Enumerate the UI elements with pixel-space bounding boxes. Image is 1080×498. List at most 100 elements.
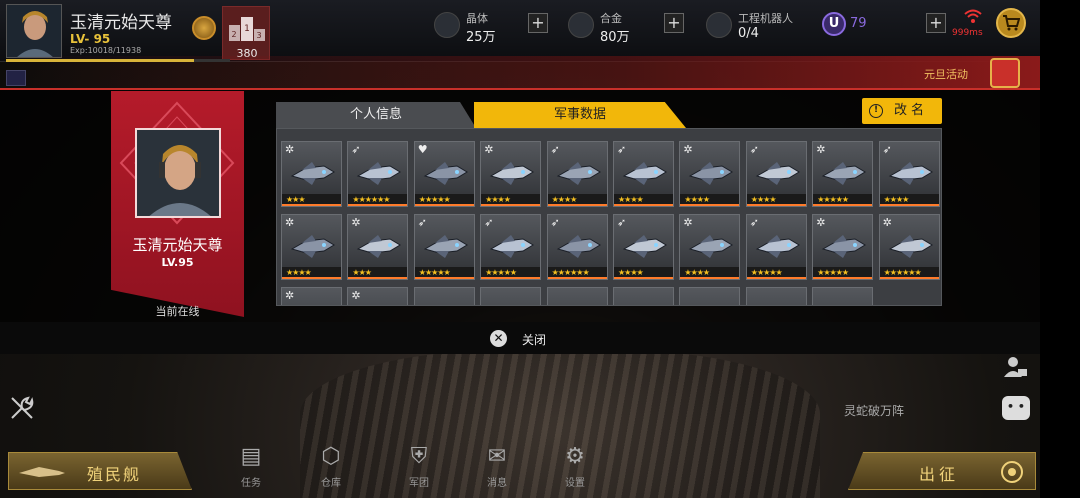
star-rating: ★★★★ <box>879 194 939 206</box>
warning-icon: ! <box>869 104 883 118</box>
rank-button[interactable]: 2 1 3 380 <box>222 6 270 60</box>
ship-card[interactable]: ✲ <box>347 287 409 305</box>
depart-button[interactable]: 出征 <box>848 452 1036 490</box>
ship-card[interactable]: ➶ ★★★★★ <box>480 214 542 280</box>
star-rating: ★★★ <box>282 194 341 206</box>
spaceship-icon <box>821 235 867 258</box>
player-avatar[interactable] <box>6 4 62 58</box>
ship-grid: ✲ ★★★ ➶ ★★★★★★ ♥ ★★★★★ ✲ ★★★★ ➶ ★★★★ ➶ ★★★★ ✲ ★★★★ ➶ ★★… <box>276 128 942 306</box>
spaceship-icon <box>821 162 867 185</box>
spaceship-icon <box>689 235 734 258</box>
gear-icon: ✲ <box>484 143 494 156</box>
ship-card[interactable]: ✲ ★★★★★★ <box>878 214 940 280</box>
spaceship-icon <box>489 162 535 185</box>
rocket-icon: ➶ <box>617 143 627 156</box>
spaceship-icon <box>888 235 933 258</box>
colony-ship-button[interactable]: 殖民舰 <box>8 452 192 490</box>
exp-progress-fill <box>6 59 195 62</box>
ship-card[interactable] <box>480 287 542 305</box>
podium-icon: 2 1 3 <box>229 17 265 41</box>
add-alloy-button[interactable]: + <box>664 13 684 33</box>
resource-label: 合金 <box>600 12 622 25</box>
user-icon[interactable] <box>1002 355 1028 381</box>
ship-card[interactable]: ✲ ★★★ <box>347 214 409 280</box>
rename-label: 改名 <box>894 103 929 118</box>
ship-card[interactable]: ➶ ★★★★★ <box>413 214 475 280</box>
ship-card[interactable]: ♥ ★★★★★ <box>413 141 475 207</box>
top-hud: 玉清元始天尊 LV- 95 Exp:10018/11938 2 1 3 380 … <box>0 0 1040 62</box>
wrench-icon[interactable] <box>8 394 36 422</box>
close-bar <box>0 322 1040 354</box>
premium-value: 79 <box>850 16 867 31</box>
ship-card[interactable]: ➶ ★★★★ <box>745 141 807 207</box>
ship-card[interactable] <box>745 287 807 305</box>
message-icon: ✉ <box>487 444 507 469</box>
star-rating: ★★★★★★ <box>348 194 408 206</box>
ship-card[interactable]: ✲ ★★★★ <box>679 141 741 207</box>
gear-icon: ✲ <box>683 216 693 229</box>
ship-card[interactable]: ✲ ★★★★ <box>679 214 741 280</box>
ship-card[interactable]: ✲ <box>281 287 342 305</box>
ship-card[interactable] <box>812 287 874 305</box>
spaceship-icon <box>290 162 335 185</box>
rocket-icon: ➶ <box>749 143 760 156</box>
ship-card[interactable]: ✲ ★★★★★ <box>812 214 874 280</box>
nav-label: 任务 <box>241 478 261 489</box>
resource-label: 工程机器人 <box>738 12 793 25</box>
ship-card[interactable]: ➶ ★★★★★★ <box>347 141 409 207</box>
ship-card[interactable]: ➶ ★★★★ <box>613 141 674 207</box>
spaceship-icon <box>622 162 667 185</box>
shop-cart-icon[interactable] <box>996 8 1026 38</box>
gear-icon: ✲ <box>882 216 892 229</box>
rename-button[interactable]: ! 改名 <box>862 98 942 124</box>
spaceship-icon <box>556 235 601 258</box>
svg-text:2: 2 <box>231 30 236 39</box>
spaceship-icon <box>423 235 468 258</box>
ship-card[interactable]: ➶ ★★★★ <box>546 141 608 207</box>
nav-message[interactable]: ✉ 消息 <box>468 444 526 492</box>
nav-settings[interactable]: ⚙ 设置 <box>546 444 604 492</box>
target-icon <box>1001 461 1023 483</box>
medal-icon[interactable] <box>192 16 216 40</box>
ship-card[interactable]: ✲ ★★★ <box>281 141 342 207</box>
profile-level: LV.95 <box>161 256 194 269</box>
ship-card[interactable]: ➶ ★★★★ <box>878 141 940 207</box>
nav-label: 军团 <box>409 478 429 489</box>
ship-card[interactable]: ➶ ★★★★★★ <box>546 214 608 280</box>
map-icon[interactable] <box>6 70 26 86</box>
star-rating: ★★★★★ <box>414 194 474 206</box>
star-rating: ★★★★★ <box>481 267 541 279</box>
task-icon: ▤ <box>240 444 262 469</box>
rocket-icon: ➶ <box>417 216 428 229</box>
ship-card[interactable] <box>613 287 674 305</box>
chat-icon[interactable]: • • <box>1002 396 1030 420</box>
star-rating: ★★★★ <box>547 194 607 206</box>
event-label[interactable]: 元旦活动 <box>924 66 968 82</box>
ship-card[interactable]: ✲ ★★★★ <box>281 214 342 280</box>
add-premium-button[interactable]: + <box>926 13 946 33</box>
star-rating: ★★★★ <box>614 194 673 206</box>
gift-icon[interactable] <box>990 58 1020 88</box>
gear-icon: ✲ <box>351 216 361 229</box>
star-rating: ★★★ <box>348 267 408 279</box>
gear-icon: ✲ <box>816 216 826 229</box>
legion-icon: ⛨ <box>410 444 428 469</box>
ship-card[interactable]: ✲ ★★★★ <box>480 141 542 207</box>
nav-warehouse[interactable]: ⬡ 仓库 <box>302 444 360 492</box>
tab-military-data[interactable]: 军事数据 <box>474 102 686 128</box>
formation-label: 灵蛇破万阵 <box>844 404 905 418</box>
gear-icon: ✲ <box>351 289 361 302</box>
screen-edge <box>1040 0 1080 498</box>
ship-card[interactable] <box>413 287 475 305</box>
ship-card[interactable]: ✲ ★★★★★ <box>812 141 874 207</box>
ship-card[interactable] <box>546 287 608 305</box>
tab-personal-info[interactable]: 个人信息 <box>276 102 476 128</box>
add-crystal-button[interactable]: + <box>528 13 548 33</box>
nav-task[interactable]: ▤ 任务 <box>222 444 280 492</box>
nav-legion[interactable]: ⛨ 军团 <box>390 444 448 492</box>
spaceship-icon <box>622 235 667 258</box>
ship-card[interactable]: ➶ ★★★★ <box>613 214 674 280</box>
ship-card[interactable]: ➶ ★★★★★ <box>745 214 807 280</box>
gear-icon: ✲ <box>285 289 295 302</box>
ship-card[interactable] <box>679 287 741 305</box>
